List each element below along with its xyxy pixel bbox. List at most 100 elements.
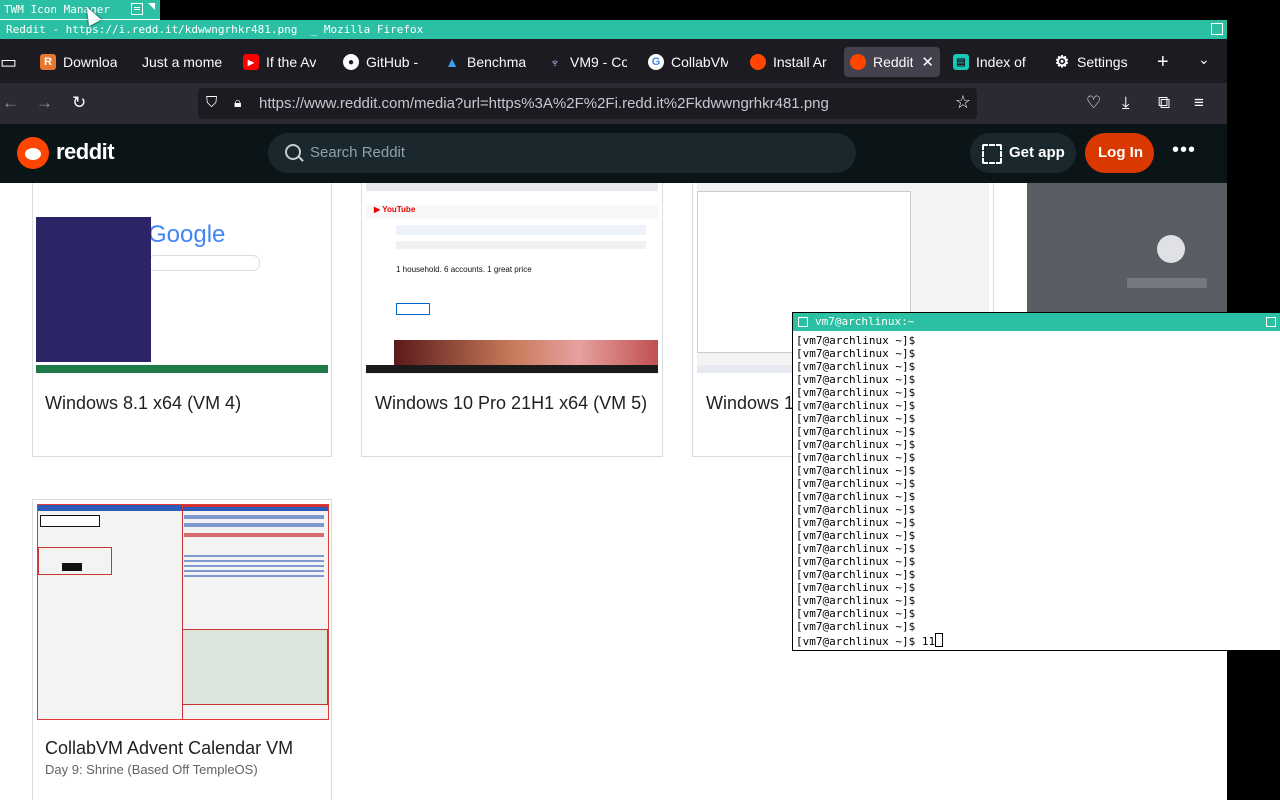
list-all-tabs-chevron-icon[interactable]: ⌄ (1198, 51, 1210, 68)
reddit-favicon-icon (750, 54, 766, 70)
xterm-title: vm7@archlinux:~ (815, 315, 915, 328)
vm-card-win10[interactable]: ▶ YouTube 1 household. 6 accounts. 1 gre… (361, 183, 663, 457)
back-button[interactable]: ← (2, 93, 19, 113)
login-button[interactable]: Log In (1085, 133, 1154, 173)
gear-icon: ⚙ (1054, 54, 1070, 71)
tab-just-a-moment[interactable]: Just a mome (142, 47, 226, 77)
terminal-line: [vm7@archlinux ~]$ (796, 529, 916, 542)
terminal-line: [vm7@archlinux ~]$ (796, 568, 916, 581)
tab-youtube[interactable]: ▶ If the Av (243, 47, 323, 77)
tab-benchmark[interactable]: ▲ Benchma (444, 47, 526, 77)
get-app-label: Get app (1009, 144, 1065, 161)
tab-label: VM9 - Co (570, 54, 627, 70)
tab-label: Downloa (63, 54, 118, 70)
user-avatar-icon (1157, 235, 1185, 263)
collabvm-icon: ♆ (550, 54, 560, 70)
url-text[interactable]: https://www.reddit.com/media?url=https%3… (259, 95, 829, 112)
tab-label: Settings (1077, 54, 1128, 70)
tab-vm9[interactable]: ♆ VM9 - Co (547, 47, 627, 77)
iconify-icon[interactable] (798, 317, 808, 327)
qr-code-icon (982, 144, 1002, 164)
terminal-line: [vm7@archlinux ~]$ (796, 607, 916, 620)
tab-label: GitHub - (366, 54, 419, 70)
downloads-icon[interactable]: ⤓ (1122, 93, 1130, 113)
tab-bar: ▭ R Downloa Just a mome ▶ If the Av ● GitHu… (0, 39, 1227, 83)
terminal-output[interactable]: [vm7@archlinux ~]$ [vm7@archlinux ~]$ [vm7… (796, 334, 944, 648)
terminal-line: [vm7@archlinux ~]$ (796, 373, 916, 386)
firefox-window-title: Reddit - https://i.redd.it/kdwwngrhkr481… (6, 23, 424, 36)
card-title: CollabVM Advent Calendar VM (45, 738, 294, 758)
terminal-line: [vm7@archlinux ~]$ (796, 386, 916, 399)
tab-reddit-active[interactable]: Reddit ✕ (844, 47, 940, 77)
terminal-prompt-line[interactable]: [vm7@archlinux ~]$ 11 (796, 633, 944, 648)
url-bar[interactable]: ⛉ 🔒︎ https://www.reddit.com/media?url=ht… (198, 88, 977, 119)
xterm-titlebar[interactable]: vm7@archlinux:~ (793, 313, 1280, 331)
tab-collabvm[interactable]: G CollabVM (648, 47, 728, 77)
reddit-search-input[interactable]: Search Reddit (268, 133, 856, 173)
lock-icon[interactable]: 🔒︎ (234, 94, 241, 111)
terminal-line: [vm7@archlinux ~]$ (796, 412, 916, 425)
forward-button[interactable]: → (36, 93, 53, 113)
tab-install-arch[interactable]: Install Ar (750, 47, 830, 77)
vm-screenshot-templeos (37, 504, 329, 720)
terminal-line: [vm7@archlinux ~]$ (796, 438, 916, 451)
bookmark-star-icon[interactable]: ☆ (955, 92, 971, 113)
pocket-icon[interactable]: ♡ (1086, 93, 1101, 113)
resize-icon[interactable] (1211, 23, 1223, 35)
benchmark-icon: ▲ (445, 54, 459, 70)
terminal-line: [vm7@archlinux ~]$ (796, 594, 916, 607)
sidebar-toggle-icon[interactable]: ▭ (0, 52, 17, 73)
terminal-line: [vm7@archlinux ~]$ (796, 542, 916, 555)
tab-index-of[interactable]: ▤ Index of (953, 47, 1037, 77)
tab-label: Index of (976, 54, 1026, 70)
reddit-wordmark[interactable]: reddit (56, 139, 115, 165)
tab-github[interactable]: ● GitHub - (343, 47, 423, 77)
terminal-line: [vm7@archlinux ~]$ (796, 581, 916, 594)
card-title: Windows 8.1 x64 (VM 4) (45, 393, 242, 413)
terminal-input[interactable]: 11 (922, 635, 935, 648)
menu-hamburger-icon[interactable]: ≡ (1194, 93, 1204, 113)
reddit-favicon-icon (850, 54, 866, 70)
terminal-line: [vm7@archlinux ~]$ (796, 347, 916, 360)
vm-card-advent[interactable]: CollabVM Advent Calendar VM Day 9: Shrin… (32, 499, 332, 800)
xterm-window[interactable]: vm7@archlinux:~ [vm7@archlinux ~]$ [vm7@a… (792, 312, 1280, 651)
terminal-line: [vm7@archlinux ~]$ (796, 555, 916, 568)
google-icon: G (648, 54, 664, 70)
search-placeholder: Search Reddit (310, 144, 406, 161)
shield-icon[interactable]: ⛉ (206, 94, 217, 111)
card-title: Windows 1 (706, 393, 795, 413)
terminal-line: [vm7@archlinux ~]$ (796, 399, 916, 412)
get-app-button[interactable]: Get app (970, 133, 1076, 173)
github-icon: ● (343, 54, 359, 70)
terminal-line: [vm7@archlinux ~]$ (796, 503, 916, 516)
tab-label: CollabVM (671, 54, 728, 70)
terminal-line: [vm7@archlinux ~]$ (796, 360, 916, 373)
login-label: Log In (1098, 144, 1143, 161)
navigation-toolbar: ← → ↻ ⛉ 🔒︎ https://www.reddit.com/media?… (0, 83, 1227, 124)
tab-label: Benchma (467, 54, 526, 70)
resize-icon[interactable] (1266, 317, 1276, 327)
vm-screenshot-win10: ▶ YouTube 1 household. 6 accounts. 1 gre… (366, 183, 658, 374)
terminal-line: [vm7@archlinux ~]$ (796, 490, 916, 503)
resize-icon[interactable] (148, 3, 155, 10)
search-icon (285, 144, 301, 160)
terminal-line: [vm7@archlinux ~]$ (796, 464, 916, 477)
vm-card-win81[interactable]: Google Windows 8.1 x64 (VM 4) (32, 183, 332, 457)
tab-settings[interactable]: ⚙ Settings (1054, 47, 1144, 77)
file-icon: ▤ (953, 54, 969, 70)
terminal-prompt: [vm7@archlinux ~]$ (796, 635, 922, 648)
card-subtitle: Day 9: Shrine (Based Off TempleOS) (45, 762, 258, 777)
extensions-icon[interactable]: ⧉ (1158, 93, 1170, 113)
close-tab-icon[interactable]: ✕ (921, 53, 934, 71)
reload-button[interactable]: ↻ (72, 93, 86, 113)
youtube-icon: ▶ (243, 54, 259, 70)
tab-label: Install Ar (773, 54, 827, 70)
terminal-line: [vm7@archlinux ~]$ (796, 516, 916, 529)
more-options-icon[interactable]: ••• (1172, 139, 1196, 162)
firefox-titlebar[interactable]: Reddit - https://i.redd.it/kdwwngrhkr481… (0, 20, 1227, 39)
iconify-icon[interactable] (131, 3, 143, 15)
new-tab-button[interactable]: + (1157, 51, 1169, 74)
reddit-logo-icon[interactable] (17, 137, 49, 169)
tab-downloads[interactable]: R Downloa (40, 47, 122, 77)
terminal-line: [vm7@archlinux ~]$ (796, 620, 916, 633)
